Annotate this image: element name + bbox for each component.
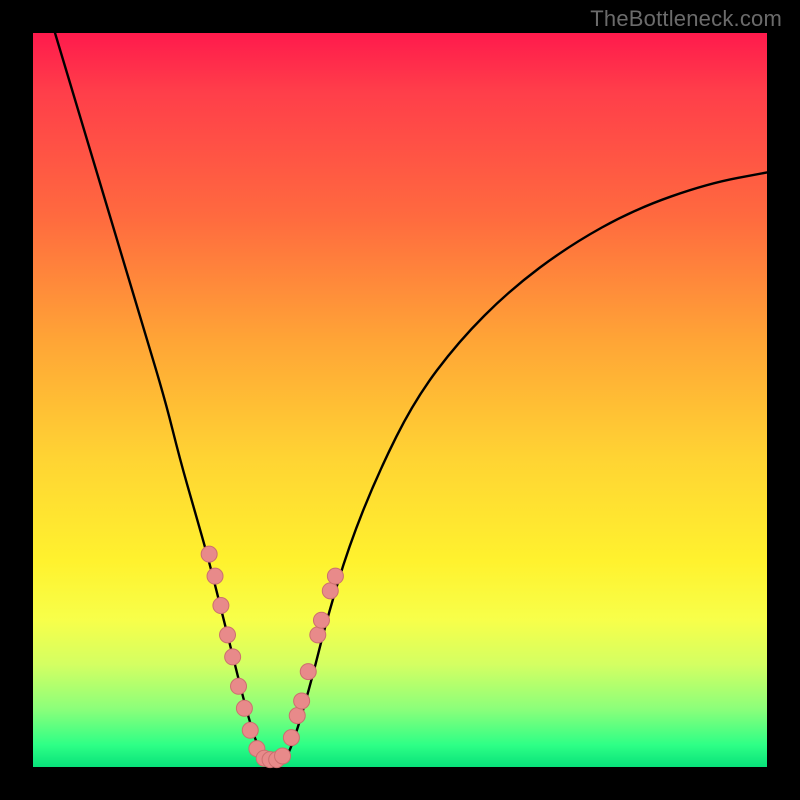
bottleneck-curve — [55, 33, 767, 767]
marker-point — [213, 598, 229, 614]
marker-point — [300, 664, 316, 680]
highlight-markers — [201, 546, 343, 768]
marker-point — [275, 748, 291, 764]
marker-point — [201, 546, 217, 562]
marker-point — [327, 568, 343, 584]
marker-point — [207, 568, 223, 584]
marker-point — [236, 700, 252, 716]
plot-area — [33, 33, 767, 767]
marker-point — [289, 708, 305, 724]
marker-point — [310, 627, 326, 643]
chart-frame: TheBottleneck.com — [0, 0, 800, 800]
marker-point — [294, 693, 310, 709]
marker-point — [231, 678, 247, 694]
marker-point — [225, 649, 241, 665]
marker-point — [242, 722, 258, 738]
marker-point — [283, 730, 299, 746]
attribution-label: TheBottleneck.com — [590, 6, 782, 32]
marker-point — [220, 627, 236, 643]
curve-svg — [33, 33, 767, 767]
marker-point — [313, 612, 329, 628]
marker-point — [322, 583, 338, 599]
